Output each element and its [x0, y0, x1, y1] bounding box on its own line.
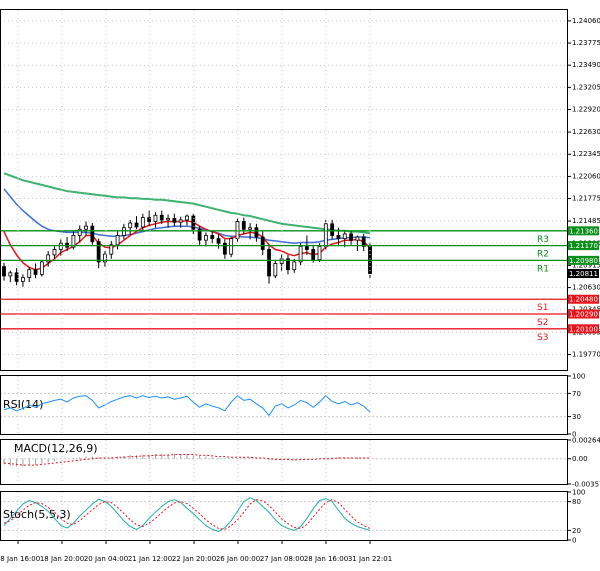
level-label: R1 [537, 264, 549, 274]
candle-body [336, 235, 341, 239]
price-tick-label: 1.23205 [572, 83, 600, 91]
rsi-tick-label: 70 [572, 390, 581, 398]
candle-body [140, 217, 145, 228]
time-tick-label: 27 Jan 08:00 [260, 555, 304, 563]
price-tick-label: 1.21485 [572, 217, 600, 225]
stoch-tick-label: 0 [572, 537, 576, 545]
level-label: S1 [537, 303, 548, 313]
price-tick-label: 1.20630 [572, 284, 600, 292]
candle-body [27, 269, 32, 278]
macd-tick-label: 0.002644 [572, 437, 600, 445]
candle-body [8, 272, 13, 277]
candle-body [229, 238, 234, 255]
candle-body [210, 235, 215, 239]
candle-body [216, 238, 221, 244]
candle-body [222, 242, 227, 255]
candle-body [311, 249, 316, 260]
price-tag-label: 1.20100 [569, 325, 598, 333]
trading-chart: 1.24060 1.23775 1.23490 1.23205 1.22920 1.226… [0, 0, 600, 571]
candle-body [121, 227, 126, 236]
level-label: R2 [537, 250, 549, 260]
candle-body [178, 219, 183, 223]
macd-tick-label: -0.003571 [572, 481, 600, 489]
time-tick-label: 26 Jan 00:00 [216, 555, 260, 563]
candle-body [39, 261, 44, 275]
candle-body [235, 221, 240, 239]
candle-body [317, 245, 322, 260]
level-label: S3 [537, 333, 548, 343]
price-tick-label: 1.22630 [572, 128, 600, 136]
candle-body [204, 235, 208, 241]
candle-body [185, 215, 189, 221]
candle-body [21, 277, 25, 282]
candle-body [115, 235, 120, 246]
candle-body [153, 214, 158, 222]
candle-body [166, 217, 170, 221]
candle-body [342, 233, 347, 239]
stoch-tick-label: 100 [572, 489, 585, 497]
chart-background [0, 0, 600, 571]
candle-body [292, 261, 297, 271]
time-tick-label: 22 Jan 20:00 [172, 555, 216, 563]
price-tick-label: 1.24060 [572, 17, 600, 25]
time-tick-label: 28 Jan 16:00 [304, 555, 348, 563]
candle-body [134, 222, 139, 228]
price-tick-label: 1.22920 [572, 106, 600, 114]
rsi-label: RSI(14) [3, 398, 43, 411]
candle-body [254, 227, 259, 238]
candle-body [267, 249, 271, 277]
time-tick-label: 31 Jan 22:01 [348, 555, 392, 563]
candle-body [260, 236, 265, 250]
price-tick-label: 1.22060 [572, 172, 600, 180]
candle-body [128, 222, 133, 229]
price-tick-label: 1.23775 [572, 39, 600, 47]
candle-body [52, 249, 57, 256]
candle-body [96, 241, 101, 263]
price-tick-label: 1.22345 [572, 150, 600, 158]
candle-body [273, 263, 278, 277]
level-label: R3 [537, 235, 549, 245]
rsi-tick-label: 100 [572, 373, 585, 381]
rsi-tick-label: 30 [572, 413, 581, 421]
macd-tick-label: 0.00 [572, 455, 588, 463]
level-label: S2 [537, 318, 548, 328]
price-tick-label: 1.23490 [572, 61, 600, 69]
candle-body [159, 214, 164, 221]
price-tag-label: 1.21170 [569, 242, 598, 250]
candle-body [2, 266, 6, 277]
price-tick-label: 1.21775 [572, 195, 600, 203]
candle-body [84, 225, 88, 230]
candle-body [90, 225, 95, 243]
price-tag-label: 1.21360 [569, 227, 598, 235]
price-tag-label: 1.20290 [569, 311, 598, 319]
candle-body [355, 236, 360, 241]
price-tag-label: 1.20980 [569, 257, 598, 265]
stoch-tick-label: 20 [572, 527, 581, 535]
time-tick-label: 21 Jan 12:00 [128, 555, 172, 563]
candle-body [298, 245, 303, 263]
candle-body [349, 233, 353, 241]
macd-label: MACD(12,26,9) [14, 442, 98, 455]
candle-body [33, 269, 38, 275]
candle-body [248, 227, 253, 230]
candle-body [330, 223, 335, 236]
price-tick-label: 1.19770 [572, 350, 600, 358]
price-tag-label: 1.20480 [569, 296, 598, 304]
candle-body [241, 221, 246, 230]
candle-body [172, 217, 177, 223]
time-tick-label: 18 Jan 16:00 [0, 555, 40, 563]
candle-body [304, 245, 309, 250]
stoch-tick-label: 80 [572, 498, 581, 506]
time-tick-label: 18 Jan 20:00 [40, 555, 84, 563]
time-tick-label: 20 Jan 04:00 [84, 555, 128, 563]
price-tag-label: 1.20811 [569, 270, 598, 278]
